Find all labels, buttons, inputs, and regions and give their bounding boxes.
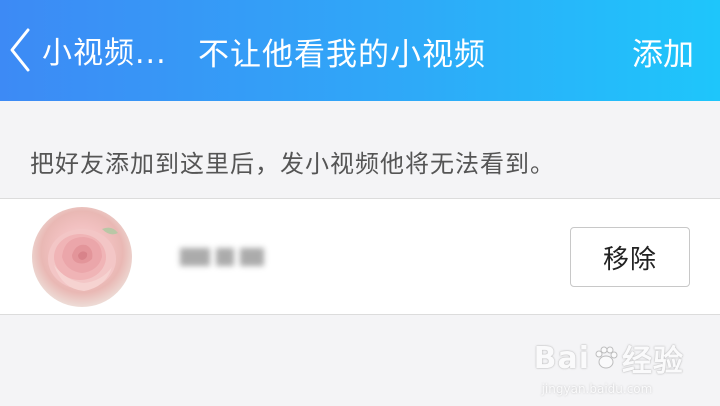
baidu-watermark: Bai 经验 jingyan.baidu.com xyxy=(534,336,684,397)
watermark-logo-left: Bai xyxy=(533,340,590,376)
friend-name-redacted xyxy=(180,239,270,275)
page-title: 不让他看我的小视频 xyxy=(198,37,486,73)
add-button[interactable]: 添加 xyxy=(632,29,694,74)
redaction-block xyxy=(240,248,264,266)
back-label: 小视频... xyxy=(42,36,167,71)
redaction-block xyxy=(180,248,210,266)
watermark-logo-right: 经验 xyxy=(622,344,684,379)
remove-button[interactable]: 移除 xyxy=(570,227,690,287)
paw-icon xyxy=(595,346,618,369)
screen: 小视频... 不让他看我的小视频 添加 把好友添加到这里后，发小视频他将无法看到… xyxy=(0,0,720,406)
baidu-logo: Bai 经验 xyxy=(534,336,684,380)
chevron-left-icon xyxy=(10,28,30,72)
title-bar: 小视频... 不让他看我的小视频 添加 xyxy=(0,0,720,101)
blocked-friends-list: 移除 xyxy=(0,198,720,315)
redaction-block xyxy=(216,248,234,266)
back-button[interactable]: 小视频... xyxy=(6,18,167,82)
avatar[interactable] xyxy=(32,207,132,307)
rose-icon xyxy=(48,227,118,291)
hint-text: 把好友添加到这里后，发小视频他将无法看到。 xyxy=(30,150,555,178)
watermark-url: jingyan.baidu.com xyxy=(541,382,653,396)
